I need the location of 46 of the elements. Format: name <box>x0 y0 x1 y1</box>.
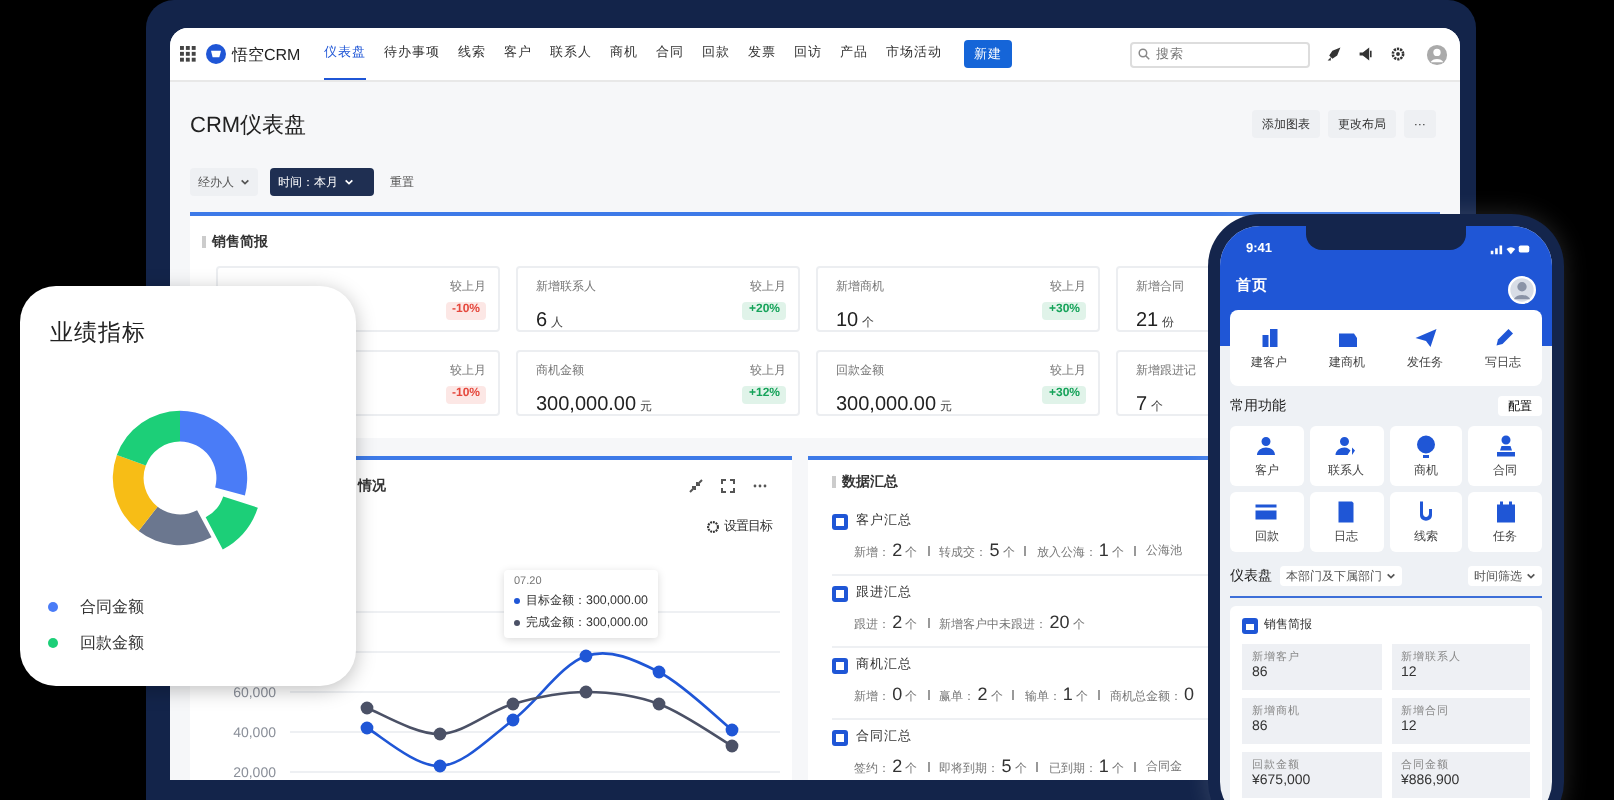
function-icon <box>1413 433 1438 457</box>
legend-label: 合同金额 <box>80 596 144 618</box>
apps-grid-icon[interactable] <box>180 46 196 62</box>
action-icon <box>1413 325 1437 349</box>
caret-icon <box>344 178 354 186</box>
stat-value: 10 <box>836 310 859 332</box>
stat-value: 300,000.00 <box>836 394 937 416</box>
stat-value: 300,000.00 <box>536 394 637 416</box>
caret-icon <box>1526 572 1536 580</box>
stat-value: 21 <box>1136 310 1159 332</box>
data-point <box>360 721 374 735</box>
summary-icon <box>832 585 849 601</box>
search-icon <box>1138 48 1150 60</box>
report-icon <box>1242 617 1258 633</box>
avatar-icon[interactable] <box>1508 276 1536 304</box>
app-name: 悟空CRM <box>232 43 301 65</box>
speaker-icon[interactable] <box>1358 46 1374 62</box>
fullscreen-icon[interactable] <box>720 478 737 494</box>
function-icon <box>1493 499 1518 523</box>
data-point <box>652 697 666 711</box>
function-icon <box>1334 499 1359 523</box>
summary-icon <box>832 513 849 529</box>
data-point <box>360 701 374 715</box>
function-icon <box>1334 433 1359 457</box>
summary-icon <box>832 729 849 745</box>
data-point <box>433 759 447 773</box>
action-icon <box>1491 325 1515 349</box>
data-point <box>579 649 593 663</box>
data-point <box>652 665 666 679</box>
stat-value: 7 <box>1136 394 1148 416</box>
collapse-icon[interactable] <box>688 478 705 494</box>
widget-title: 业绩指标 <box>50 319 146 348</box>
data-point <box>433 727 447 741</box>
data-point <box>579 685 593 699</box>
function-icon <box>1493 433 1518 457</box>
function-icon <box>1254 433 1279 457</box>
page-title: CRM仪表盘 <box>190 111 307 139</box>
caret-icon <box>1386 572 1396 580</box>
function-icon <box>1254 499 1279 523</box>
legend-label: 回款金额 <box>80 632 144 654</box>
logo-icon <box>206 44 226 64</box>
signal-battery-icon <box>1488 241 1532 255</box>
caret-icon <box>240 178 250 186</box>
summary-icon <box>832 657 849 673</box>
action-icon <box>1257 325 1281 349</box>
stat-value: 6 <box>536 310 548 332</box>
